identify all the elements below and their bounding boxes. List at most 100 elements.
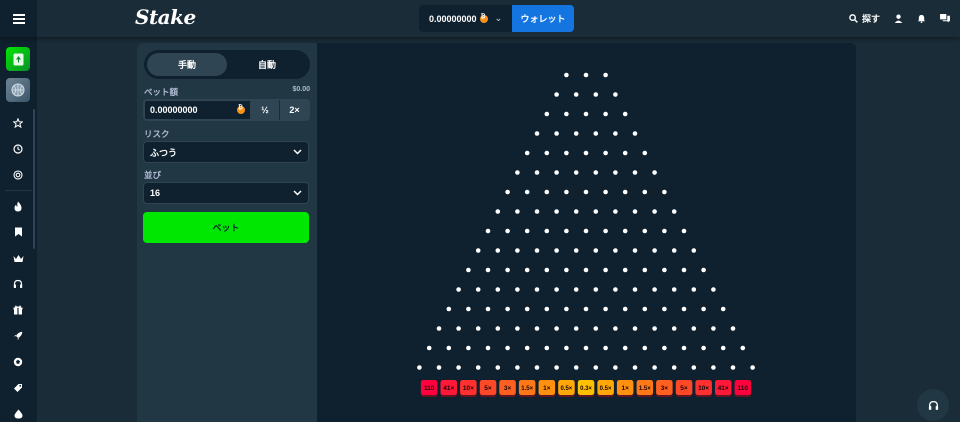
tab-manual[interactable]: 手動 — [147, 53, 227, 76]
sidebar-item-offers[interactable] — [11, 381, 25, 395]
peg — [720, 345, 726, 351]
multiplier-bucket: 1.5× — [518, 380, 536, 397]
multiplier-bucket: 110 — [420, 380, 438, 397]
peg — [583, 189, 589, 195]
peg — [505, 345, 510, 351]
peg — [554, 287, 559, 292]
peg — [583, 228, 589, 234]
sidebar-scrollbar[interactable] — [33, 109, 35, 249]
double-bet-button[interactable]: 2× — [280, 100, 309, 120]
menu-button[interactable] — [0, 0, 37, 37]
peg — [603, 72, 608, 78]
peg — [711, 287, 716, 292]
peg — [603, 267, 608, 273]
sidebar-item-originals[interactable] — [11, 225, 25, 239]
multiplier-label: 41× — [718, 385, 729, 392]
bet-amount-value: 0.00000000 — [150, 105, 198, 115]
casino-tile[interactable] — [6, 47, 30, 71]
peg — [534, 326, 540, 331]
peg — [622, 267, 628, 273]
peg — [524, 228, 530, 234]
half-bet-button[interactable]: ½ — [251, 100, 280, 120]
peg — [593, 209, 599, 214]
sidebar-item-sports[interactable] — [11, 355, 25, 369]
chevron-down-icon — [293, 190, 302, 196]
sidebar-item-live[interactable] — [11, 277, 25, 291]
sidebar-item-recent[interactable] — [11, 142, 25, 156]
tag-icon — [14, 384, 22, 392]
peg — [671, 287, 677, 292]
peg — [534, 287, 540, 292]
sidebar-item-challenges[interactable] — [11, 168, 25, 182]
peg — [681, 228, 687, 234]
peg — [652, 248, 657, 253]
balance-selector[interactable]: 0.00000000 ⌄ — [419, 5, 512, 32]
peg — [603, 111, 608, 117]
peg — [495, 365, 501, 370]
sidebar-item-more[interactable] — [11, 407, 25, 421]
sidebar-item-popular[interactable] — [11, 199, 25, 213]
peg — [534, 131, 540, 136]
peg — [652, 287, 657, 292]
drop-icon — [14, 409, 22, 419]
top-bar: Stake 0.00000000 ⌄ ウォレット 探す — [0, 0, 960, 37]
rows-label: 並び — [144, 170, 162, 180]
multiplier-label: 1.5× — [521, 386, 533, 392]
sidebar-item-exclusives[interactable] — [11, 251, 25, 265]
peg — [671, 248, 677, 253]
tab-auto[interactable]: 自動 — [227, 53, 307, 76]
peg — [544, 345, 550, 351]
bet-button[interactable]: ベット — [143, 212, 309, 243]
bell-icon[interactable] — [917, 14, 926, 23]
wallet-button[interactable]: ウォレット — [512, 5, 574, 32]
sports-tile[interactable] — [6, 78, 30, 102]
rows-value: 16 — [150, 188, 161, 198]
support-button[interactable] — [917, 389, 949, 421]
multiplier-label: 3× — [661, 385, 669, 392]
peg — [701, 306, 706, 312]
peg — [691, 365, 697, 370]
sidebar-item-promotions[interactable] — [11, 303, 25, 317]
peg — [554, 170, 559, 175]
bet-amount-input[interactable]: 0.00000000 — [144, 100, 251, 120]
peg — [613, 131, 618, 136]
peg — [564, 189, 569, 195]
sidebar-item-favourites[interactable] — [11, 116, 25, 130]
peg — [632, 287, 638, 292]
headset-icon — [13, 279, 23, 288]
peg — [564, 228, 569, 234]
logo[interactable]: Stake — [135, 5, 196, 29]
user-icon[interactable] — [894, 14, 903, 23]
risk-header: リスク — [144, 128, 310, 140]
peg — [515, 170, 520, 175]
sidebar-item-new-releases[interactable] — [11, 329, 25, 343]
peg — [613, 248, 618, 253]
peg — [564, 306, 569, 312]
peg — [583, 267, 589, 273]
search-button[interactable]: 探す — [849, 12, 880, 25]
multiplier-bucket: 3× — [499, 380, 516, 397]
peg — [554, 365, 559, 370]
peg — [495, 209, 501, 214]
peg — [740, 345, 746, 351]
peg — [554, 326, 559, 331]
peg — [681, 306, 687, 312]
bet-control-panel: 手動 自動 ベット額 $0.00 0.00000000 ½ 2× リスク ふつう… — [137, 43, 317, 422]
basketball-icon — [11, 83, 25, 97]
peg — [417, 365, 422, 370]
peg — [750, 365, 755, 370]
multiplier-bucket: 3× — [656, 380, 673, 397]
multiplier-label: 110 — [738, 385, 749, 392]
bet-amount-label: ベット額 — [144, 87, 179, 97]
gift-icon — [13, 305, 23, 315]
rows-select[interactable]: 16 — [143, 182, 309, 204]
peg — [436, 365, 442, 370]
peg — [466, 306, 471, 312]
peg — [475, 365, 481, 370]
peg — [505, 189, 510, 195]
peg — [652, 170, 657, 175]
risk-select[interactable]: ふつう — [143, 141, 309, 163]
peg — [642, 267, 648, 273]
peg — [632, 170, 638, 175]
chat-icon[interactable] — [940, 14, 950, 23]
